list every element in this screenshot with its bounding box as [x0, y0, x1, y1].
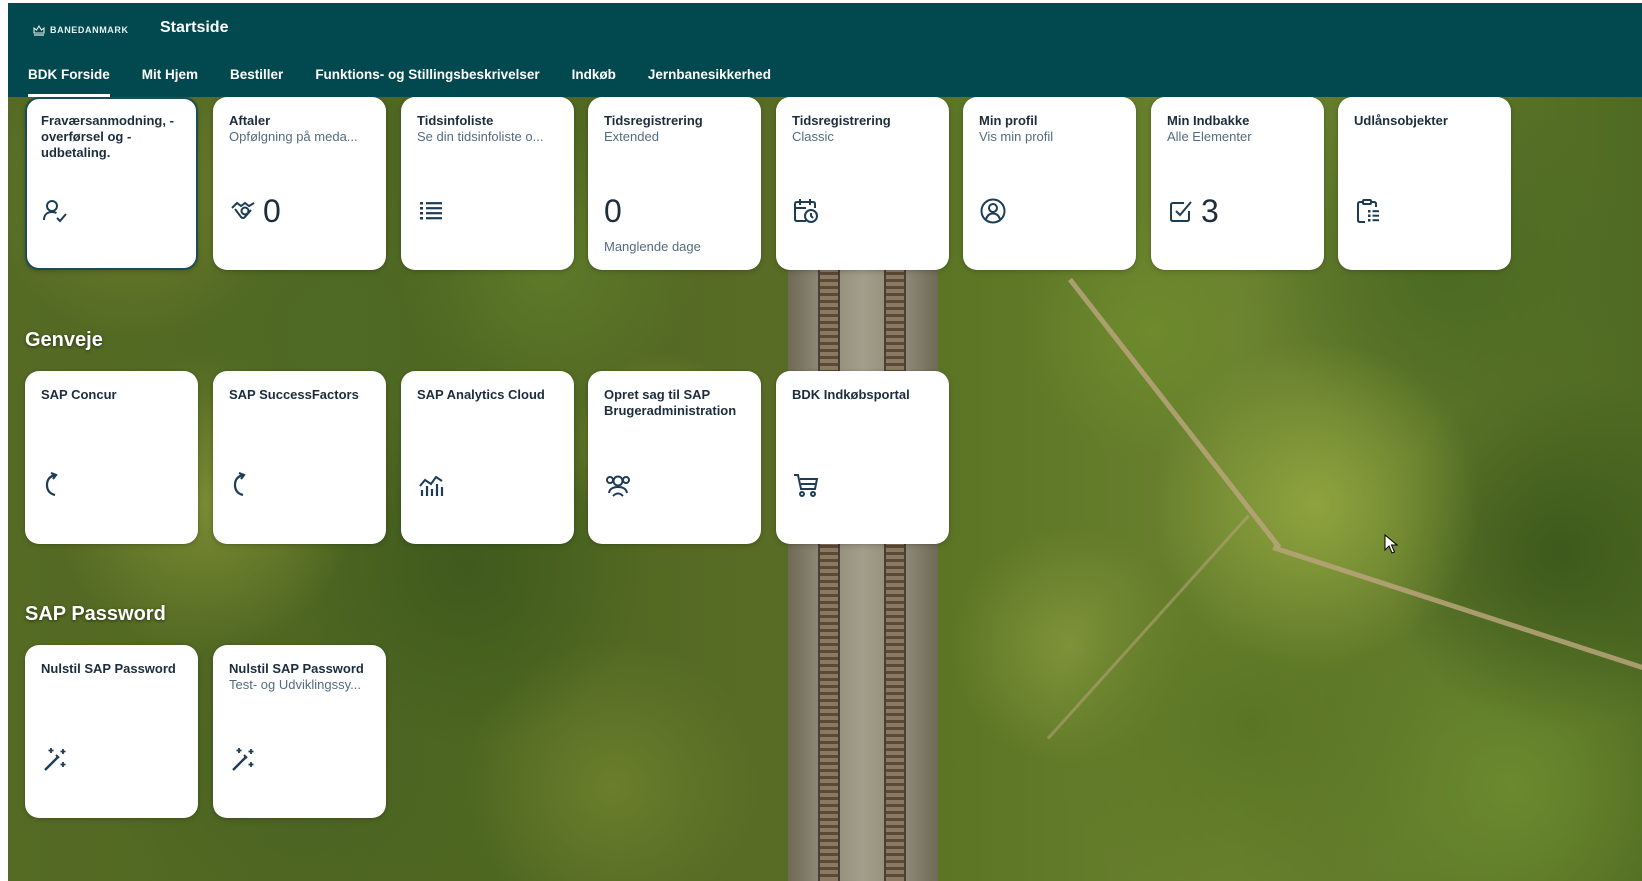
magic-wand-icon [229, 745, 257, 773]
dirt-path [1046, 514, 1250, 740]
tile-title: Tidsinfoliste [417, 113, 494, 128]
dirt-path [1068, 277, 1282, 549]
tab-bar: BDK Forside Mit Hjem Bestiller Funktions… [28, 67, 803, 97]
analytics-icon [417, 471, 445, 499]
tile-nulstil-sap-password[interactable]: Nulstil SAP Password [25, 645, 198, 818]
person-check-icon [41, 197, 69, 225]
clipboard-list-icon [1354, 197, 1382, 225]
tile-count: 0 [604, 193, 622, 229]
tile-title: BDK Indkøbsportal [792, 387, 910, 402]
tile-title: SAP SuccessFactors [229, 387, 359, 402]
tile-aftaler[interactable]: Aftaler Opfølgning på meda... 0 [213, 97, 386, 270]
dirt-path [1272, 545, 1642, 674]
tile-title: Udlånsobjekter [1354, 113, 1448, 128]
user-circle-icon [979, 197, 1007, 225]
crown-icon [33, 24, 45, 36]
tile-count: 0 [263, 193, 281, 229]
tile-title: Tidsregistrering [792, 113, 891, 128]
tile-udlansobjekter[interactable]: Udlånsobjekter [1338, 97, 1511, 270]
tile-subtitle: Extended [604, 129, 659, 144]
tile-title: Fraværsanmodning, -overførsel og -udbeta… [41, 113, 174, 160]
tile-title: Aftaler [229, 113, 271, 128]
tile-subtitle: Se din tidsinfoliste o... [417, 129, 544, 144]
user-group-icon [604, 471, 632, 499]
tile-subtitle: Classic [792, 129, 834, 144]
tile-footer: Manglende dage [604, 239, 701, 254]
tile-tidsinfoliste[interactable]: Tidsinfoliste Se din tidsinfoliste o... [401, 97, 574, 270]
banedanmark-logo[interactable]: BANEDANMARK [32, 20, 129, 40]
checkbox-icon [1167, 197, 1195, 225]
tile-fravaersanmodning[interactable]: Fraværsanmodning, -overførsel og -udbeta… [25, 97, 198, 270]
tile-title: Nulstil SAP Password [229, 661, 364, 676]
tile-tidsregistrering-extended[interactable]: Tidsregistrering Extended 0 Manglende da… [588, 97, 761, 270]
tile-subtitle: Test- og Udviklingssy... [229, 677, 361, 692]
app-title: Startside [160, 19, 229, 36]
tile-sap-successfactors[interactable]: SAP SuccessFactors [213, 371, 386, 544]
logo-text: BANEDANMARK [50, 25, 129, 35]
tile-title: Min profil [979, 113, 1038, 128]
tile-min-indbakke[interactable]: Min Indbakke Alle Elementer 3 [1151, 97, 1324, 270]
mouse-cursor-icon [1384, 534, 1398, 554]
tab-jernbanesikkerhed[interactable]: Jernbanesikkerhed [648, 67, 787, 97]
tab-mit-hjem[interactable]: Mit Hjem [142, 67, 214, 97]
tab-funktions-stillingsbeskrivelser[interactable]: Funktions- og Stillingsbeskrivelser [315, 67, 555, 97]
tile-subtitle: Opfølgning på meda... [229, 129, 358, 144]
launchpad: BANEDANMARK Startside BDK Forside Mit Hj… [8, 3, 1642, 881]
redo-icon [41, 471, 69, 499]
magic-wand-icon [41, 745, 69, 773]
tile-bdk-indkobsportal[interactable]: BDK Indkøbsportal [776, 371, 949, 544]
tile-title: Min Indbakke [1167, 113, 1250, 128]
tab-bdk-forside[interactable]: BDK Forside [28, 67, 126, 97]
tile-sap-concur[interactable]: SAP Concur [25, 371, 198, 544]
tab-indkob[interactable]: Indkøb [572, 67, 632, 97]
shell-bar: BANEDANMARK Startside BDK Forside Mit Hj… [8, 3, 1642, 97]
tile-title: Opret sag til SAP Brugeradministration [604, 387, 737, 418]
list-icon [417, 197, 445, 225]
tile-title: SAP Analytics Cloud [417, 387, 545, 402]
handshake-icon [229, 197, 257, 225]
section-title-genveje: Genveje [25, 329, 103, 351]
section-title-sap-password: SAP Password [25, 603, 166, 625]
tile-title: Tidsregistrering [604, 113, 703, 128]
tile-opret-sag-brugeradministration[interactable]: Opret sag til SAP Brugeradministration [588, 371, 761, 544]
tile-subtitle: Vis min profil [979, 129, 1054, 144]
redo-icon [229, 471, 257, 499]
tile-sap-analytics-cloud[interactable]: SAP Analytics Cloud [401, 371, 574, 544]
tile-count: 3 [1201, 193, 1219, 229]
tab-bestiller[interactable]: Bestiller [230, 67, 299, 97]
tile-subtitle: Alle Elementer [1167, 129, 1252, 144]
tile-nulstil-sap-password-test[interactable]: Nulstil SAP Password Test- og Udviklings… [213, 645, 386, 818]
tile-title: SAP Concur [41, 387, 117, 402]
calendar-clock-icon [792, 197, 820, 225]
cart-icon [792, 471, 820, 499]
tile-title: Nulstil SAP Password [41, 661, 176, 676]
tile-min-profil[interactable]: Min profil Vis min profil [963, 97, 1136, 270]
tile-tidsregistrering-classic[interactable]: Tidsregistrering Classic [776, 97, 949, 270]
